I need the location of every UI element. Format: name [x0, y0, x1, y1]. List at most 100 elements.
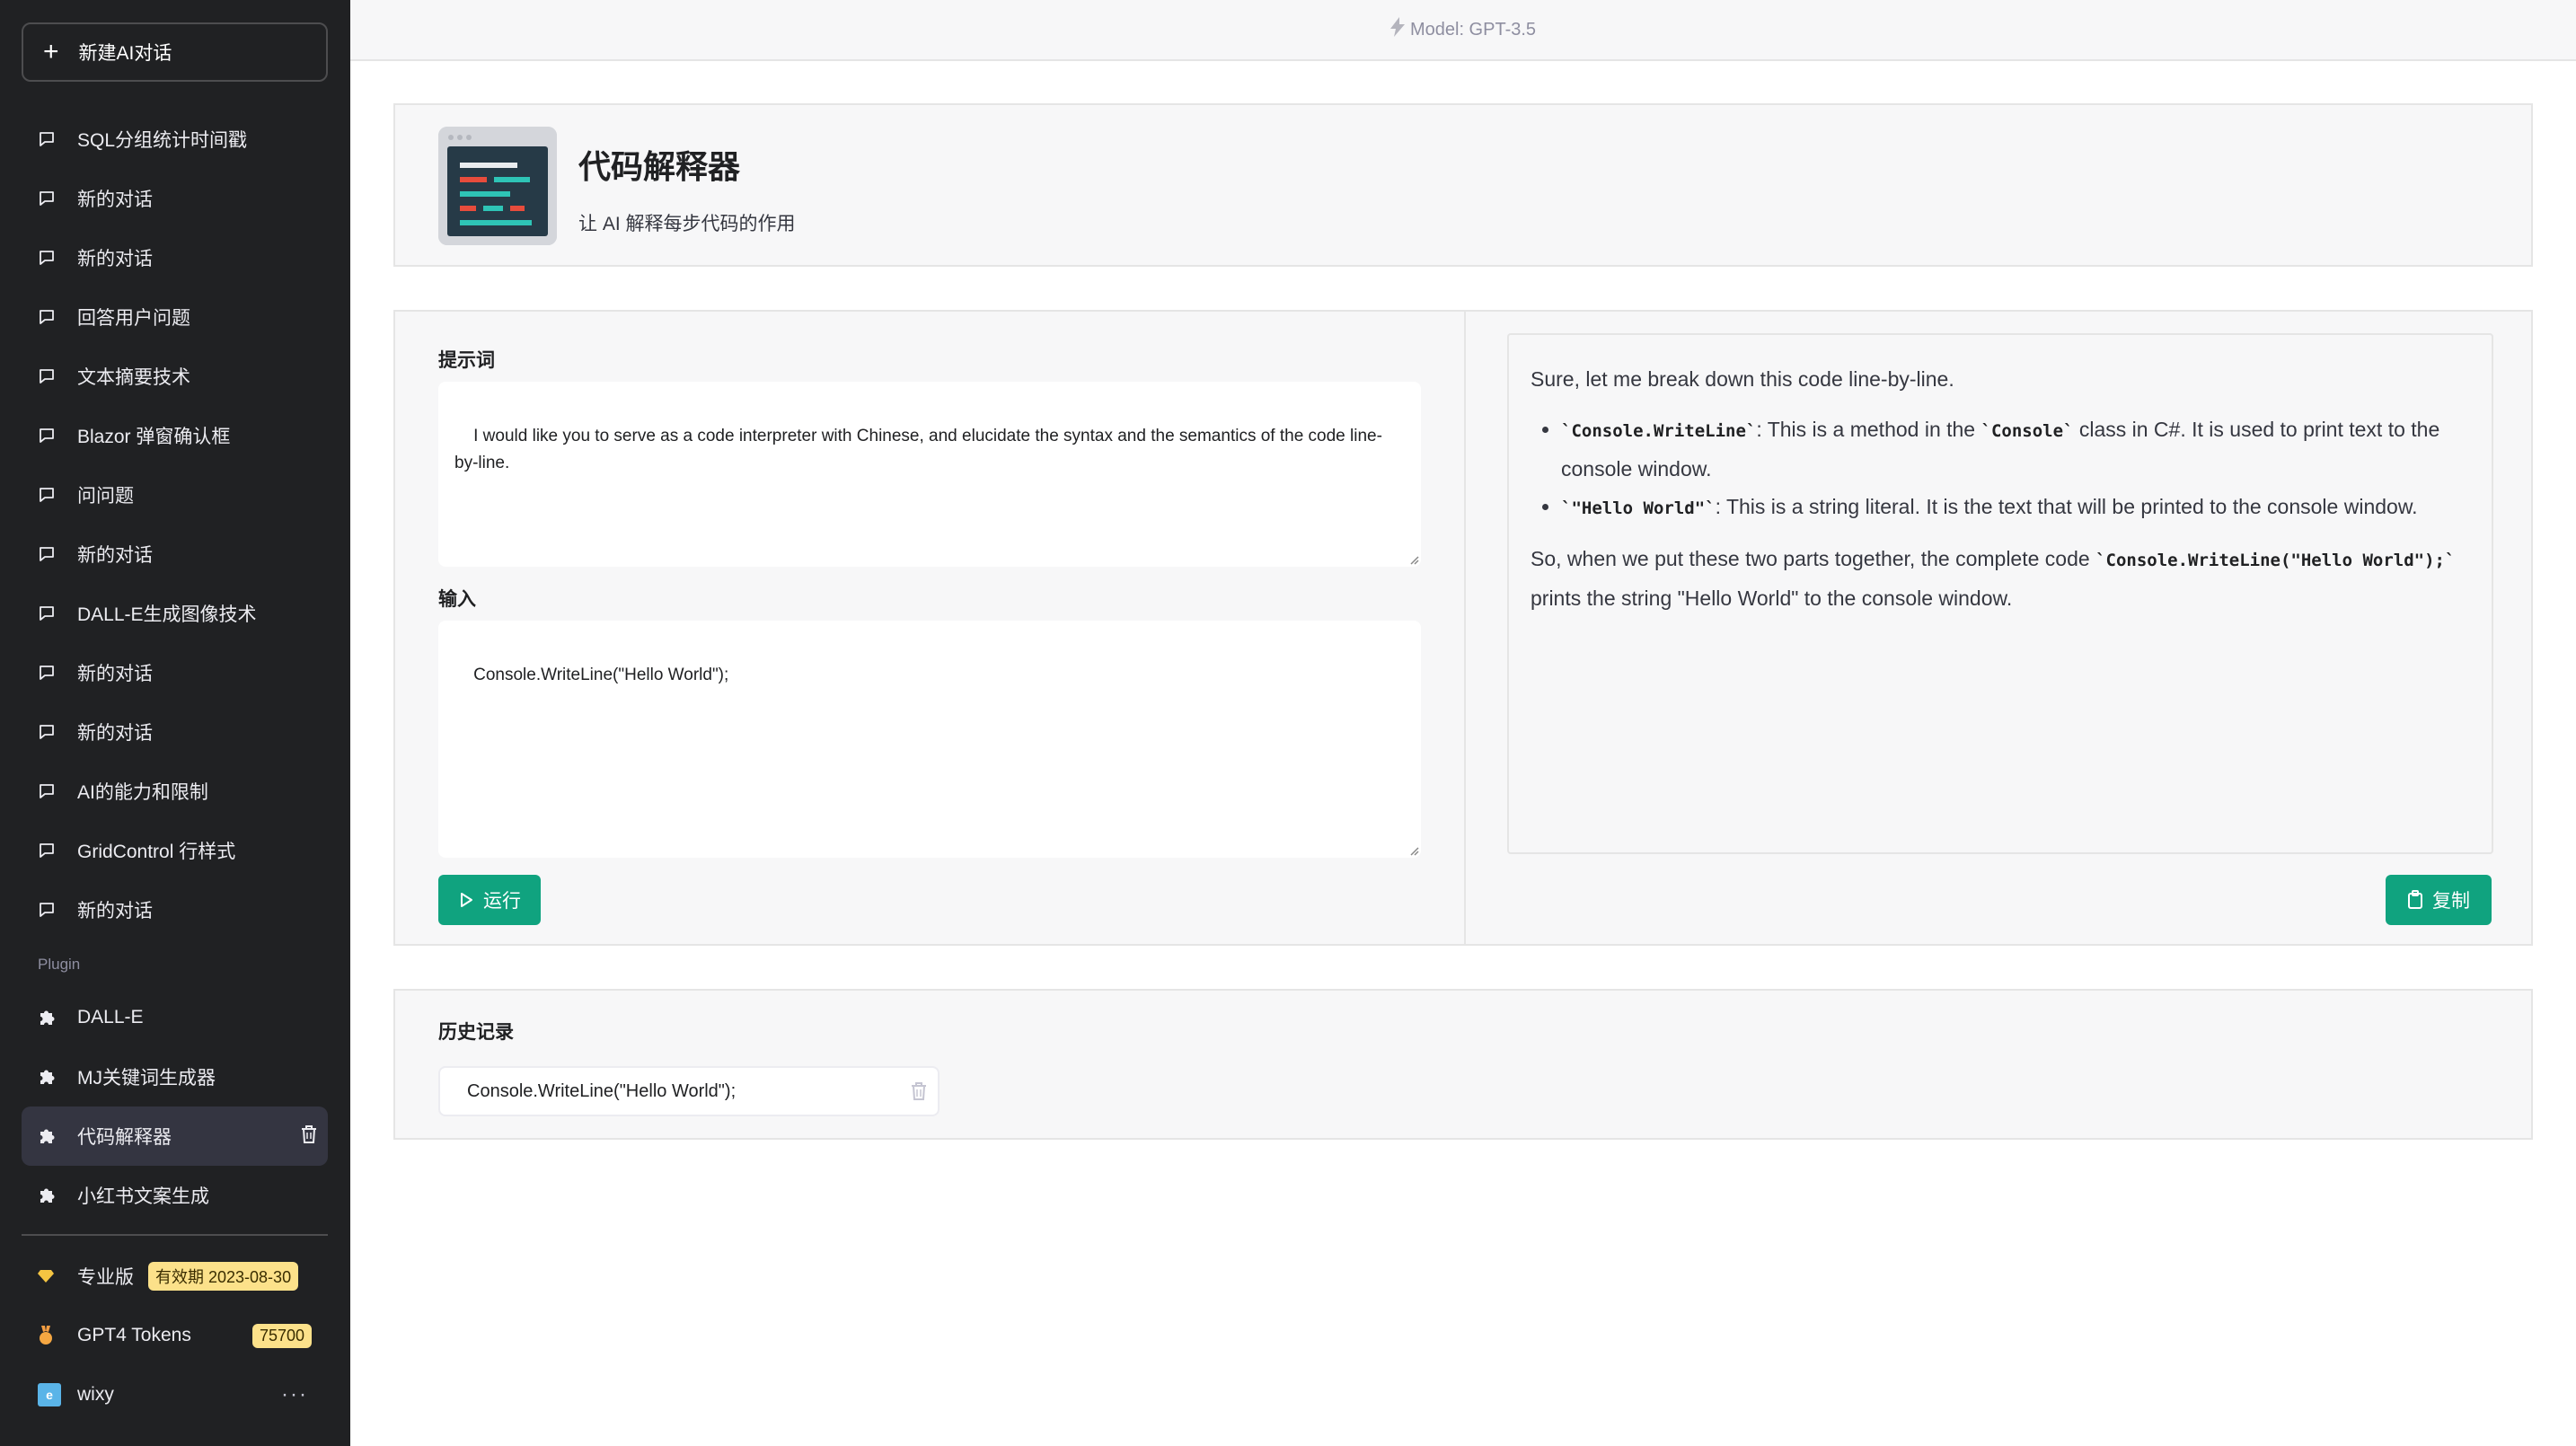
- plan-label: 专业版: [77, 1267, 134, 1288]
- code-span: `Console.WriteLine`: [1561, 421, 1757, 441]
- output-text: : This is a string literal. It is the te…: [1715, 495, 2418, 518]
- output-bullets: `Console.WriteLine`: This is a method in…: [1539, 410, 2470, 527]
- chat-history-label: Blazor 弹窗确认框: [77, 427, 231, 447]
- input-text: Console.WriteLine("Hello World");: [473, 666, 729, 684]
- chat-history-label: 文本摘要技术: [77, 367, 190, 388]
- more-options-icon[interactable]: ···: [281, 1382, 308, 1407]
- chat-history-label: 新的对话: [77, 723, 153, 744]
- message-icon: [38, 723, 61, 741]
- code-span: `Console`: [1981, 421, 2074, 441]
- prompt-textarea[interactable]: I would like you to serve as a code inte…: [438, 382, 1421, 567]
- chat-history-label: AI的能力和限制: [77, 782, 208, 803]
- chat-history-item[interactable]: 文本摘要技术: [22, 347, 328, 406]
- plugin-item[interactable]: MJ关键词生成器: [22, 1047, 328, 1107]
- output-panel: Sure, let me break down this code line-b…: [1507, 333, 2493, 854]
- plan-expiry-badge: 有效期 2023-08-30: [148, 1262, 299, 1291]
- chat-history-item[interactable]: 新的对话: [22, 169, 328, 228]
- puzzle-icon: [38, 1126, 61, 1146]
- chat-history-label: 新的对话: [77, 249, 153, 269]
- code-span: `"Hello World"`: [1561, 498, 1716, 518]
- history-card: 历史记录 Console.WriteLine("Hello World");: [393, 989, 2533, 1140]
- history-item[interactable]: Console.WriteLine("Hello World");: [438, 1066, 940, 1116]
- run-button[interactable]: 运行: [438, 875, 541, 925]
- puzzle-icon: [38, 1008, 61, 1027]
- chat-history-label: 新的对话: [77, 664, 153, 684]
- chat-history-item[interactable]: 问问题: [22, 465, 328, 525]
- plugin-label: 代码解释器: [77, 1127, 172, 1148]
- plugin-item[interactable]: 代码解释器: [22, 1107, 328, 1166]
- page-title: 代码解释器: [578, 148, 741, 185]
- workspace-card: 提示词 I would like you to serve as a code …: [393, 310, 2533, 946]
- delete-plugin-icon[interactable]: [301, 1125, 317, 1149]
- new-chat-button[interactable]: + 新建AI对话: [22, 22, 328, 82]
- sidebar: + 新建AI对话 SQL分组统计时间戳 新的对话 新的对话 回答用户问题 文本摘要技术 B…: [0, 0, 350, 1446]
- plugin-label: DALL-E: [77, 1007, 144, 1027]
- model-label: Model: GPT-3.5: [1409, 19, 1537, 40]
- code-span: `Console.WriteLine("Hello World");`: [2095, 551, 2456, 570]
- chat-history-label: 问问题: [77, 486, 134, 507]
- tokens-count-badge: 75700: [251, 1323, 312, 1348]
- chat-history-label: GridControl 行样式: [77, 842, 236, 862]
- resize-handle-icon[interactable]: [1408, 845, 1419, 856]
- output-bullet-item: `"Hello World"`: This is a string litera…: [1561, 488, 2470, 527]
- tokens-label: GPT4 Tokens: [77, 1325, 191, 1345]
- tokens-item[interactable]: GPT4 Tokens 75700: [22, 1306, 328, 1365]
- plan-item[interactable]: 专业版 有效期 2023-08-30: [22, 1247, 328, 1306]
- message-icon: [38, 130, 61, 148]
- diamond-icon: [38, 1269, 61, 1283]
- chat-history-label: 回答用户问题: [77, 308, 190, 329]
- plus-icon: +: [43, 37, 59, 66]
- message-icon: [38, 249, 61, 267]
- output-intro: Sure, let me break down this code line-b…: [1531, 367, 1954, 391]
- plugin-label: MJ关键词生成器: [77, 1068, 216, 1089]
- prompt-label: 提示词: [438, 350, 495, 371]
- chat-history-item[interactable]: Blazor 弹窗确认框: [22, 406, 328, 465]
- input-textarea[interactable]: Console.WriteLine("Hello World");: [438, 621, 1421, 858]
- chat-history-label: DALL-E生成图像技术: [77, 604, 257, 625]
- plugin-list: DALL-E MJ关键词生成器 代码解释器小红书文案生成: [22, 988, 328, 1225]
- chat-history-item[interactable]: 新的对话: [22, 228, 328, 287]
- chat-history-item[interactable]: 回答用户问题: [22, 287, 328, 347]
- message-icon: [38, 604, 61, 622]
- code-window-icon: [438, 127, 557, 245]
- user-menu[interactable]: e wixy ···: [22, 1365, 328, 1424]
- chat-history-item[interactable]: 新的对话: [22, 643, 328, 702]
- page-description: 让 AI 解释每步代码的作用: [578, 214, 796, 234]
- puzzle-icon: [38, 1067, 61, 1087]
- output-text: : This is a method in the: [1756, 418, 1981, 441]
- resize-handle-icon[interactable]: [1408, 554, 1419, 565]
- chat-history-item[interactable]: 新的对话: [22, 525, 328, 584]
- chat-history-item[interactable]: DALL-E生成图像技术: [22, 584, 328, 643]
- copy-button[interactable]: 复制: [2386, 875, 2492, 925]
- app-header-card: 代码解释器 让 AI 解释每步代码的作用: [393, 103, 2533, 267]
- history-item-text: Console.WriteLine("Hello World");: [467, 1080, 737, 1101]
- plugin-item[interactable]: 小红书文案生成: [22, 1166, 328, 1225]
- input-label: 输入: [438, 589, 476, 610]
- chat-history-item[interactable]: SQL分组统计时间戳: [22, 110, 328, 169]
- prompt-text: I would like you to serve as a code inte…: [454, 427, 1382, 472]
- message-icon: [38, 190, 61, 207]
- sidebar-divider: [22, 1234, 328, 1236]
- chat-history-label: SQL分组统计时间戳: [77, 130, 248, 151]
- plugin-section-label: Plugin: [38, 956, 81, 973]
- chat-history-item[interactable]: 新的对话: [22, 880, 328, 939]
- message-icon: [38, 901, 61, 919]
- history-label: 历史记录: [438, 1022, 514, 1043]
- run-button-label: 运行: [483, 891, 521, 912]
- output-bullet-item: `Console.WriteLine`: This is a method in…: [1561, 410, 2470, 488]
- chat-history-item[interactable]: GridControl 行样式: [22, 821, 328, 880]
- panel-divider: [1464, 312, 1466, 944]
- chat-history-item[interactable]: AI的能力和限制: [22, 762, 328, 821]
- message-icon: [38, 486, 61, 504]
- chat-history-label: 新的对话: [77, 190, 153, 210]
- chat-list: SQL分组统计时间戳 新的对话 新的对话 回答用户问题 文本摘要技术 Blazor 弹窗确…: [22, 110, 328, 939]
- output-text: So, when we put these two parts together…: [1531, 547, 2096, 570]
- chat-history-item[interactable]: 新的对话: [22, 702, 328, 762]
- medal-icon: [38, 1326, 61, 1345]
- puzzle-icon: [38, 1186, 61, 1205]
- message-icon: [38, 545, 61, 563]
- message-icon: [38, 782, 61, 800]
- plugin-item[interactable]: DALL-E: [22, 988, 328, 1047]
- trash-icon[interactable]: [911, 1081, 927, 1107]
- play-icon: [458, 892, 474, 908]
